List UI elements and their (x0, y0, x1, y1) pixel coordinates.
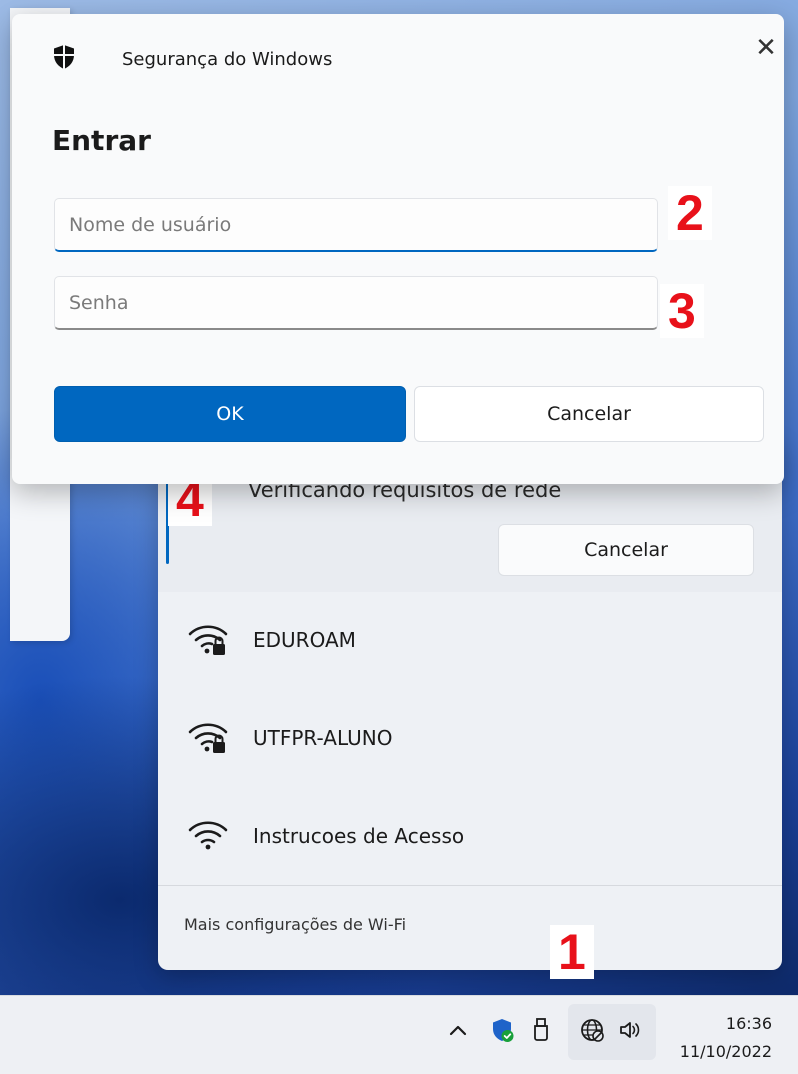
taskbar: 16:36 11/10/2022 (0, 995, 798, 1074)
password-input[interactable] (54, 276, 658, 330)
network-name: Instrucoes de Acesso (253, 824, 465, 848)
wifi-secured-icon (188, 625, 228, 655)
username-input[interactable] (54, 198, 658, 252)
network-item-instrucoes-de-acesso[interactable]: Instrucoes de Acesso (158, 788, 782, 884)
network-item-eduroam[interactable]: EDUROAM (158, 592, 782, 688)
clock-date[interactable]: 11/10/2022 (680, 1042, 772, 1061)
usb-drive-icon[interactable] (528, 1016, 556, 1044)
network-globe-icon[interactable] (578, 1016, 606, 1044)
network-item-utfpr-aluno[interactable]: UTFPR-ALUNO (158, 690, 782, 786)
network-name: EDUROAM (253, 628, 356, 652)
network-name: UTFPR-ALUNO (253, 726, 393, 750)
shield-icon (54, 45, 74, 69)
dialog-app-name: Segurança do Windows (122, 49, 333, 70)
ok-button[interactable]: OK (54, 386, 406, 442)
dialog-heading: Entrar (52, 124, 151, 157)
volume-icon[interactable] (616, 1016, 644, 1044)
annotation-marker-1: 1 (550, 925, 594, 979)
more-wifi-settings-link[interactable]: Mais configurações de Wi-Fi (184, 915, 406, 934)
defender-icon[interactable] (488, 1016, 516, 1044)
annotation-marker-2: 2 (668, 186, 712, 240)
wifi-secured-icon (188, 723, 228, 753)
divider (158, 885, 782, 886)
annotation-marker-3: 3 (660, 284, 704, 338)
wifi-icon (188, 821, 228, 850)
cancel-button[interactable]: Cancelar (414, 386, 764, 442)
clock-time[interactable]: 16:36 (726, 1014, 772, 1033)
chevron-up-icon[interactable] (444, 1016, 472, 1044)
wifi-cancel-button[interactable]: Cancelar (498, 524, 754, 576)
close-icon[interactable]: ✕ (750, 32, 782, 64)
windows-security-dialog: Segurança do Windows ✕ Entrar OK Cancela… (12, 14, 784, 484)
wifi-flyout: Verificando requisitos de rede Cancelar … (158, 440, 782, 970)
